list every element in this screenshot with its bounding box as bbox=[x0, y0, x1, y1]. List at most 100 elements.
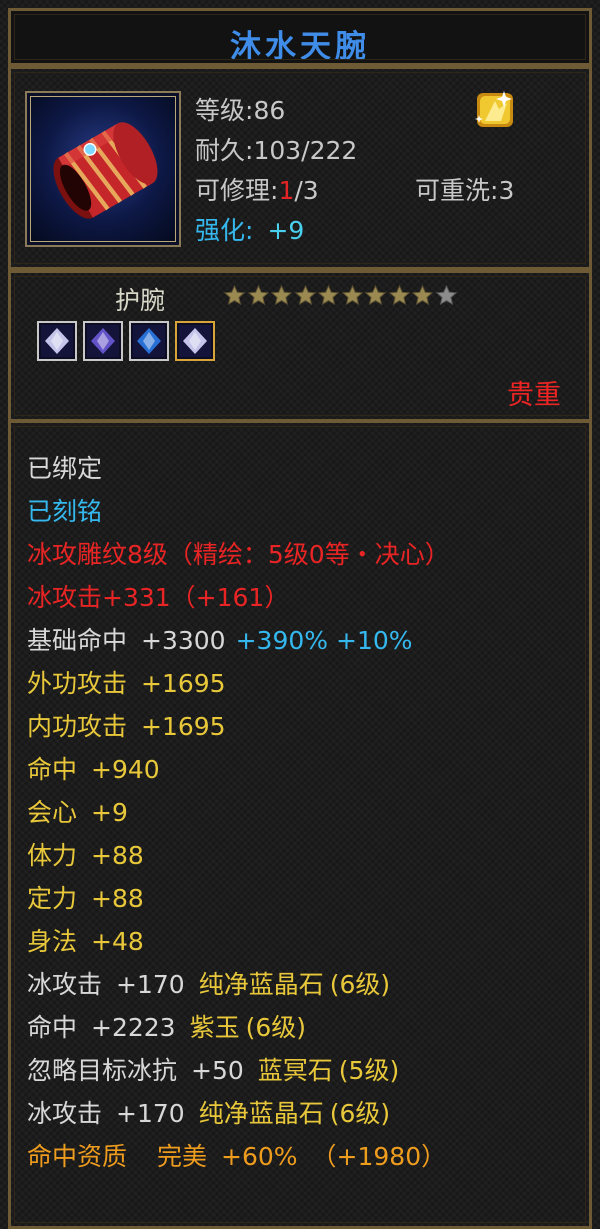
level-line: 等级:86 bbox=[195, 91, 285, 127]
base-hit-value: +3300 bbox=[141, 626, 226, 655]
stat-value: +88 bbox=[91, 841, 144, 870]
star-filled-icon bbox=[247, 283, 270, 308]
star-filled-icon bbox=[364, 283, 387, 308]
aptitude-label: 命中资质 bbox=[27, 1142, 128, 1171]
repair-label: 可修理: bbox=[195, 176, 279, 205]
ice-attack-line: 冰攻击+331（+161） bbox=[27, 583, 290, 612]
stat-line: 外功攻击 +1695 bbox=[27, 666, 450, 709]
stat-value: +1695 bbox=[141, 712, 226, 741]
rewash-value: 3 bbox=[498, 176, 515, 205]
rewash-line: 可重洗:3 bbox=[415, 171, 514, 207]
gem-slots bbox=[37, 321, 221, 361]
gem-slot[interactable] bbox=[129, 321, 169, 361]
stat-value: +1695 bbox=[141, 669, 226, 698]
star-filled-icon bbox=[317, 283, 340, 308]
gem-name: 紫玉 bbox=[189, 1013, 240, 1042]
star-filled-icon bbox=[294, 283, 317, 308]
aptitude-line: 命中资质 完美 +60% （+1980） bbox=[27, 1139, 450, 1182]
stat-lines: 外功攻击 +1695 内功攻击 +1695 命中 +940 会心 +9 体力 +88 定力 +88 身法… bbox=[27, 666, 450, 967]
star-filled-icon bbox=[270, 283, 293, 308]
gem-stat-value: +50 bbox=[191, 1056, 244, 1085]
gem-stat-label: 冰攻击 bbox=[27, 970, 103, 999]
stat-line: 命中 +940 bbox=[27, 752, 450, 795]
stat-line: 会心 +9 bbox=[27, 795, 450, 838]
stat-label: 命中 bbox=[27, 755, 78, 784]
gem-stat-label: 冰攻击 bbox=[27, 1099, 103, 1128]
enhance-line: 强化: +9 bbox=[195, 211, 304, 247]
stat-label: 内功攻击 bbox=[27, 712, 128, 741]
type-panel: 护腕 贵重 bbox=[8, 270, 592, 422]
enhance-value: +9 bbox=[267, 216, 305, 245]
stat-label: 外功攻击 bbox=[27, 669, 128, 698]
stat-line: 身法 +48 bbox=[27, 924, 450, 967]
gem-stat-line: 冰攻击 +170 纯净蓝晶石 (6级) bbox=[27, 967, 450, 1010]
gem-stat-value: +2223 bbox=[91, 1013, 176, 1042]
item-icon-frame bbox=[25, 91, 181, 247]
purple-gem-icon bbox=[87, 325, 119, 357]
red-bracer-icon bbox=[30, 96, 176, 242]
stat-label: 身法 bbox=[27, 927, 78, 956]
star-filled-icon bbox=[341, 283, 364, 308]
attribute-panel: 已绑定 已刻铭 冰攻雕纹8级（精绘：5级0等・决心） 冰攻击+331（+161）… bbox=[8, 420, 592, 1229]
stat-value: +88 bbox=[91, 884, 144, 913]
aptitude-grade: 完美 bbox=[157, 1142, 208, 1171]
item-info-panel: 等级:86 耐久:103/222 可修理:1/3 可重洗:3 强化: +9 bbox=[8, 66, 592, 270]
gem-level: (6级) bbox=[245, 1013, 307, 1042]
aptitude-value: +60% bbox=[221, 1142, 298, 1171]
star-filled-icon bbox=[223, 283, 246, 308]
star-rating bbox=[223, 283, 458, 308]
gem-slot[interactable] bbox=[37, 321, 77, 361]
item-tooltip: 沐水天腕 等级:86 耐久:103/222 可修理:1/3 可重洗:3 强化: … bbox=[0, 0, 600, 1229]
bound-status: 已绑定 bbox=[27, 454, 103, 483]
base-hit-percent: +390% bbox=[235, 626, 329, 655]
item-name: 沐水天腕 bbox=[230, 29, 370, 65]
rarity-label: 贵重 bbox=[507, 380, 561, 411]
gem-slot[interactable] bbox=[83, 321, 123, 361]
stat-line: 内功攻击 +1695 bbox=[27, 709, 450, 752]
gem-stat-line: 冰攻击 +170 纯净蓝晶石 (6级) bbox=[27, 1096, 450, 1139]
repair-current: 1 bbox=[278, 176, 295, 205]
stat-line: 定力 +88 bbox=[27, 881, 450, 924]
repair-total: /3 bbox=[294, 176, 319, 205]
base-hit-label: 基础命中 bbox=[27, 626, 128, 655]
white-gem-icon bbox=[179, 325, 211, 357]
stat-value: +9 bbox=[91, 798, 128, 827]
gem-stat-line: 命中 +2223 紫玉 (6级) bbox=[27, 1010, 450, 1053]
gem-stat-line: 忽略目标冰抗 +50 蓝冥石 (5级) bbox=[27, 1053, 450, 1096]
title-bar: 沐水天腕 bbox=[8, 8, 592, 66]
star-filled-icon bbox=[388, 283, 411, 308]
gem-level: (5级) bbox=[338, 1056, 400, 1085]
gem-slot[interactable] bbox=[175, 321, 215, 361]
rewash-label: 可重洗: bbox=[415, 176, 499, 205]
gem-stat-label: 忽略目标冰抗 bbox=[27, 1056, 178, 1085]
enhance-label: 强化: bbox=[195, 216, 254, 245]
gem-level: (6级) bbox=[329, 970, 391, 999]
level-label: 等级: bbox=[195, 96, 254, 125]
gem-stat-value: +170 bbox=[116, 1099, 185, 1128]
gem-name: 蓝冥石 bbox=[257, 1056, 333, 1085]
gem-name: 纯净蓝晶石 bbox=[198, 1099, 324, 1128]
stat-label: 会心 bbox=[27, 798, 78, 827]
repair-line: 可修理:1/3 bbox=[195, 171, 319, 207]
base-hit-bonus: +10% bbox=[336, 626, 413, 655]
stat-line: 体力 +88 bbox=[27, 838, 450, 881]
gold-sparkle-icon bbox=[471, 87, 517, 131]
durability-line: 耐久:103/222 bbox=[195, 131, 357, 167]
gem-level: (6级) bbox=[329, 1099, 391, 1128]
item-type: 护腕 bbox=[115, 286, 166, 315]
durability-value: 103/222 bbox=[253, 136, 358, 165]
durability-label: 耐久: bbox=[195, 136, 254, 165]
white-gem-icon bbox=[41, 325, 73, 357]
attribute-list: 已绑定 已刻铭 冰攻雕纹8级（精绘：5级0等・决心） 冰攻击+331（+161）… bbox=[27, 451, 450, 1182]
engraved-status: 已刻铭 bbox=[27, 497, 103, 526]
stat-label: 体力 bbox=[27, 841, 78, 870]
star-empty-icon bbox=[435, 283, 458, 308]
gem-stat-label: 命中 bbox=[27, 1013, 78, 1042]
level-value: 86 bbox=[253, 96, 286, 125]
carving-line: 冰攻雕纹8级（精绘：5级0等・决心） bbox=[27, 540, 450, 569]
gem-name: 纯净蓝晶石 bbox=[198, 970, 324, 999]
stat-value: +48 bbox=[91, 927, 144, 956]
aptitude-bonus: （+1980） bbox=[311, 1142, 447, 1171]
gem-stat-value: +170 bbox=[116, 970, 185, 999]
base-hit-line: 基础命中 +3300 +390% +10% bbox=[27, 623, 450, 666]
